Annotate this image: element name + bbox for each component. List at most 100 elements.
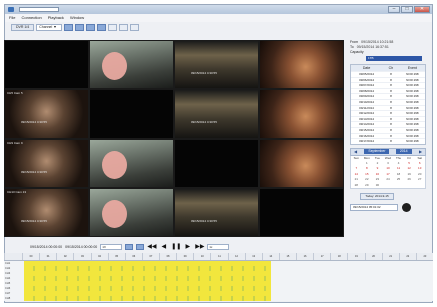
ruler-hour: 15 bbox=[278, 253, 296, 260]
timeline-track[interactable]: CH8 bbox=[4, 296, 433, 301]
backup-button[interactable] bbox=[136, 244, 145, 250]
menu-connection[interactable]: Connection bbox=[21, 15, 41, 21]
calendar-month[interactable]: September bbox=[364, 149, 390, 155]
calendar-day bbox=[383, 183, 394, 189]
record-row[interactable]: 09/09/2014 8 NOR 298 bbox=[351, 93, 425, 99]
recording-bar[interactable] bbox=[24, 296, 271, 301]
camera-tile[interactable] bbox=[259, 138, 344, 188]
jog-select[interactable]: 1x bbox=[207, 244, 230, 250]
camera-tile[interactable]: 09/15/2014 4:30:55 bbox=[174, 40, 259, 90]
camera-tile[interactable]: CH9 Cam 9 09/15/2014 4:30:55 bbox=[4, 138, 89, 188]
camera-tile[interactable] bbox=[259, 40, 344, 90]
record-row[interactable]: 09/11/2014 8 NOR 298 bbox=[351, 104, 425, 111]
menu-window[interactable]: Window bbox=[70, 15, 84, 21]
ruler-hour: 00 bbox=[22, 253, 39, 260]
camera-tile[interactable] bbox=[89, 138, 174, 188]
camera-tile[interactable] bbox=[89, 187, 174, 237]
camera-tile[interactable] bbox=[174, 138, 259, 188]
timeline-tracks[interactable]: CH1 CH2 CH3 CH4 CH5 CH6 CH7 CH8 bbox=[4, 261, 433, 301]
layout-1-button[interactable] bbox=[64, 24, 74, 31]
col-channel[interactable]: Ch bbox=[382, 65, 400, 71]
layout-4-button[interactable] bbox=[75, 24, 85, 31]
ruler-hour: 18 bbox=[330, 253, 347, 260]
camera-timestamp: 09/15/2014 4:30:55 bbox=[21, 169, 47, 174]
menu-playback[interactable]: Playback bbox=[48, 15, 64, 21]
camera-tile[interactable]: 09/15/2014 4:30:55 bbox=[174, 187, 259, 237]
search-go-button[interactable] bbox=[402, 203, 411, 213]
fullscreen-button[interactable] bbox=[130, 24, 140, 31]
record-cell: 8 bbox=[390, 83, 392, 88]
record-cell: 09/09/2014 bbox=[359, 94, 375, 99]
dvr-tab[interactable]: DVR 1/4 bbox=[11, 24, 35, 31]
ruler-hour: 21 bbox=[381, 253, 399, 260]
timeline-ruler[interactable]: 00 01 02 03 04 05 06 07 08 09 10 11 12 13 14 15 16 17 18 19… bbox=[4, 253, 433, 261]
snapshot-button[interactable] bbox=[125, 244, 134, 250]
play-icon[interactable]: ▶ bbox=[183, 243, 192, 251]
layout-option-button[interactable] bbox=[119, 24, 129, 31]
camera-tile[interactable] bbox=[89, 89, 174, 139]
menu-bar: File Connection Playback Window bbox=[5, 14, 432, 22]
camera-tile[interactable] bbox=[259, 187, 344, 237]
ruler-hour: 05 bbox=[107, 253, 125, 260]
calendar-day[interactable]: 30 bbox=[372, 183, 383, 189]
record-table-body: 09/05/2014 8 NOR 298 09/06/2014 8 NOR 298 09/0… bbox=[351, 71, 425, 144]
col-date[interactable]: Date bbox=[351, 65, 382, 71]
record-row[interactable]: 09/17/2014 8 NOR 298 bbox=[351, 138, 425, 144]
rewind-icon[interactable]: ◀ bbox=[159, 243, 168, 251]
today-button[interactable]: Today: 2014-9-15 bbox=[360, 193, 394, 201]
start-time[interactable]: 09/15/2014 00:00:00 bbox=[30, 245, 62, 249]
record-row[interactable]: 09/06/2014 8 NOR 298 bbox=[351, 76, 425, 83]
prev-month-icon[interactable]: ◀ bbox=[353, 149, 358, 154]
record-row[interactable]: 09/12/2014 8 NOR 298 bbox=[351, 110, 425, 116]
ruler-hour: 12 bbox=[227, 253, 245, 260]
camera-label: CH5 Cam 5 bbox=[7, 91, 23, 96]
title-bar[interactable]: – □ ✕ bbox=[5, 5, 432, 14]
speed-select[interactable]: 1X bbox=[100, 244, 123, 250]
calendar-day[interactable]: 29 bbox=[362, 183, 373, 189]
record-table: Date Ch Event 09/05/2014 8 NOR 298 09/06/20… bbox=[350, 64, 426, 145]
record-row[interactable]: 09/16/2014 8 NOR 298 bbox=[351, 132, 425, 139]
camera-tile[interactable] bbox=[4, 40, 89, 90]
camera-tile[interactable]: CH13 Cam 13 09/15/2014 4:30:55 bbox=[4, 187, 89, 237]
close-button[interactable]: ✕ bbox=[414, 6, 430, 13]
calendar-year[interactable]: 2014 bbox=[395, 149, 412, 155]
calendar-day[interactable]: 28 bbox=[351, 183, 362, 189]
date-input[interactable]: 09/15/2014 05:01:02 bbox=[350, 204, 398, 212]
pause-icon[interactable]: ❚❚ bbox=[171, 243, 181, 251]
record-row[interactable]: 09/08/2014 8 NOR 298 bbox=[351, 87, 425, 94]
record-row[interactable]: 09/14/2014 8 NOR 298 bbox=[351, 121, 425, 127]
record-row[interactable]: 09/05/2014 8 NOR 298 bbox=[351, 71, 425, 77]
layout-option-button[interactable] bbox=[108, 24, 118, 31]
record-cell: NOR 298 bbox=[406, 127, 419, 132]
privacy-mask bbox=[102, 199, 127, 228]
minimize-button[interactable]: – bbox=[388, 6, 400, 13]
fast-rewind-icon[interactable]: ◀◀ bbox=[147, 243, 156, 251]
fast-forward-icon[interactable]: ▶▶ bbox=[195, 243, 204, 251]
record-cell: NOR 298 bbox=[406, 133, 419, 138]
record-row[interactable]: 09/10/2014 8 NOR 298 bbox=[351, 98, 425, 105]
camera-tile[interactable] bbox=[89, 40, 174, 90]
camera-tile[interactable] bbox=[259, 89, 344, 139]
channel-select[interactable]: Channel ▼ bbox=[36, 24, 63, 31]
camera-tile[interactable]: 09/15/2014 4:30:55 bbox=[174, 89, 259, 139]
layout-16-button[interactable] bbox=[97, 24, 107, 31]
record-cell: NOR 298 bbox=[406, 99, 419, 104]
maximize-button[interactable]: □ bbox=[401, 6, 413, 13]
ruler-hour: 14 bbox=[261, 253, 279, 260]
ruler-hour: 04 bbox=[90, 253, 108, 260]
layout-9-button[interactable] bbox=[86, 24, 96, 31]
record-row[interactable]: 09/07/2014 8 NOR 298 bbox=[351, 82, 425, 88]
camera-label: CH13 Cam 13 bbox=[7, 189, 27, 194]
record-row[interactable]: 09/15/2014 8 NOR 298 bbox=[351, 126, 425, 133]
col-event[interactable]: Event bbox=[400, 65, 425, 71]
capacity-bar: 1TB bbox=[366, 56, 422, 61]
next-month-icon[interactable]: ▶ bbox=[418, 149, 423, 154]
camera-label: CH9 Cam 9 bbox=[7, 140, 23, 145]
end-time[interactable]: 09/15/2014 00:00:00 bbox=[65, 245, 97, 249]
menu-file[interactable]: File bbox=[9, 15, 15, 21]
camera-tile[interactable]: CH5 Cam 5 09/15/2014 4:30:55 bbox=[4, 89, 89, 139]
calendar-grid: Sun Mon Tue Wed Thu Fri Sat 1 2 3 4 5 6 7 8 9 10 11 12 13 14… bbox=[350, 155, 426, 190]
record-row[interactable]: 09/13/2014 8 NOR 298 bbox=[351, 115, 425, 122]
calendar-day[interactable]: 27 bbox=[414, 177, 425, 183]
playback-controls: 09/15/2014 00:00:00 09/15/2014 00:00:00 … bbox=[30, 243, 230, 251]
